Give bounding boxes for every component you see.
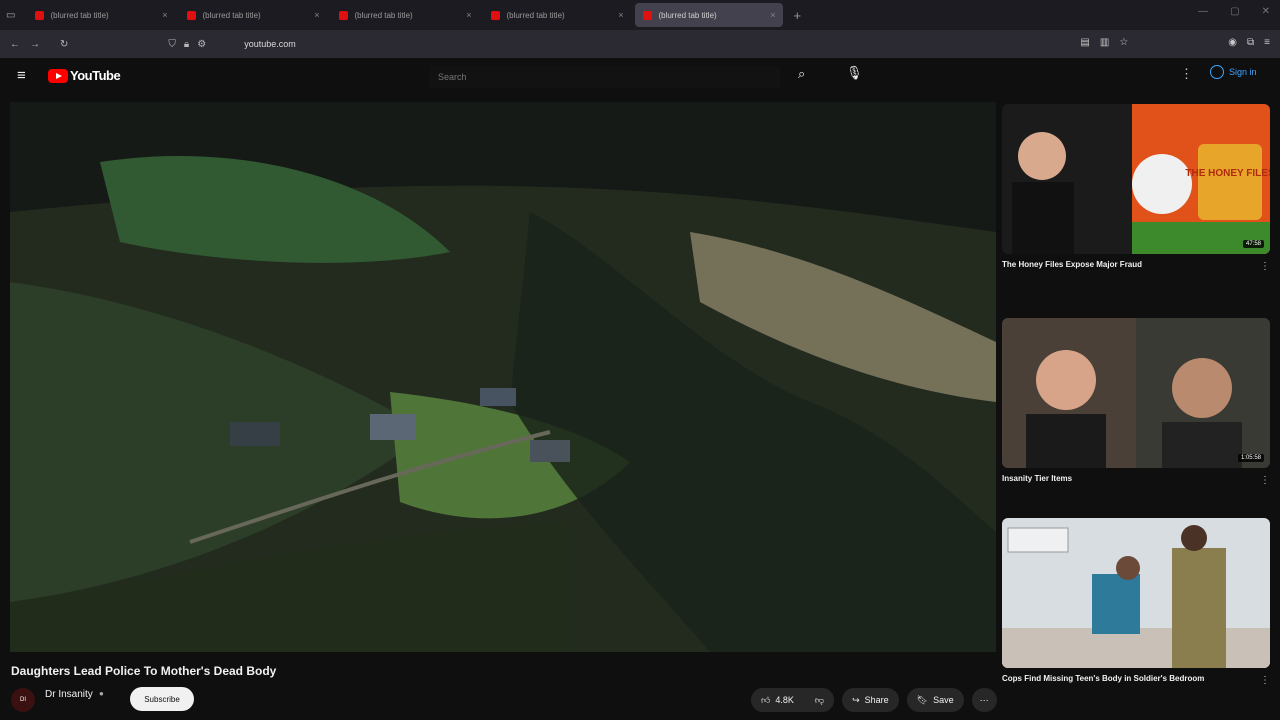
more-options-icon[interactable]: ⋮	[1180, 66, 1193, 82]
thumbs-down-icon: 👎︎	[814, 694, 825, 705]
duration-badge: 1:05:58	[1237, 454, 1264, 462]
recommendation-title[interactable]: The Honey Files Expose Major Fraud	[1002, 260, 1272, 269]
browser-tab-active[interactable]: (blurred tab title) ×	[635, 3, 784, 27]
reader-view-icon[interactable]: ▤	[1080, 37, 1089, 48]
video-title: Daughters Lead Police To Mother's Dead B…	[11, 664, 277, 678]
youtube-play-logo-icon	[48, 68, 68, 83]
like-dislike-group: 👍︎ 4.8K 👎︎	[751, 688, 835, 712]
account-circle-icon	[1210, 65, 1224, 79]
browser-tab-strip: ▭ (blurred tab title) × (blurred tab titl…	[0, 0, 1280, 30]
app-menu-icon[interactable]: ≡	[1264, 37, 1270, 48]
close-tab-icon[interactable]: ×	[314, 10, 319, 20]
new-tab-icon[interactable]: +	[793, 8, 801, 23]
more-actions-button[interactable]: ⋯	[971, 688, 997, 712]
close-tab-icon[interactable]: ×	[618, 10, 623, 20]
video-frame-aerial-landscape	[10, 102, 996, 652]
account-icon[interactable]: ◉	[1228, 37, 1237, 48]
forward-icon[interactable]: →	[30, 39, 40, 50]
recommendation-item[interactable]: Cops Find Missing Teen's Body in Soldier…	[1002, 518, 1272, 686]
youtube-favicon-icon	[187, 10, 197, 20]
minimize-icon[interactable]: —	[1198, 6, 1208, 17]
browser-tab[interactable]: (blurred tab title) ×	[179, 3, 327, 27]
youtube-favicon-icon	[643, 10, 653, 20]
permissions-icon[interactable]: ⚙	[197, 39, 206, 50]
share-icon: ↪	[852, 694, 860, 705]
save-button[interactable]: 🔖︎ Save	[906, 688, 964, 712]
recommendation-title[interactable]: Insanity Tier Items	[1002, 474, 1272, 483]
close-tab-icon[interactable]: ×	[466, 10, 471, 20]
video-owner-row: DI Dr Insanity ● Subscribe 👍︎ 4.8K 👎︎ ↪ …	[11, 686, 1001, 714]
close-tab-icon[interactable]: ×	[770, 10, 775, 20]
youtube-header: ≡ YouTube ⌕ 🎙︎ ⋮ Sign in	[0, 58, 1280, 94]
verified-icon: ●	[99, 689, 104, 698]
video-actions: 👍︎ 4.8K 👎︎ ↪ Share 🔖︎ Save ⋯	[751, 688, 997, 712]
channel-name[interactable]: Dr Insanity	[45, 689, 93, 700]
thumbnail-image	[1002, 518, 1270, 668]
video-thumbnail[interactable]: 1:05:58	[1002, 318, 1270, 468]
thumbs-up-icon: 👍︎	[761, 694, 771, 705]
recommendation-item[interactable]: 1:05:58 Insanity Tier Items ⋮	[1002, 318, 1272, 486]
more-vert-icon[interactable]: ⋮	[1260, 475, 1270, 486]
shield-icon[interactable]: ⛉	[168, 39, 176, 50]
window-controls: — ▢ ✕	[1198, 6, 1270, 17]
close-tab-icon[interactable]: ×	[162, 10, 167, 20]
more-vert-icon[interactable]: ⋮	[1260, 261, 1270, 272]
thumbnail-image	[1002, 318, 1270, 468]
subscribe-button[interactable]: Subscribe	[130, 687, 194, 711]
search-icon[interactable]: ⌕	[798, 66, 805, 82]
lock-icon[interactable]: 🔒︎	[184, 39, 189, 50]
url-text[interactable]: youtube.com	[244, 39, 296, 49]
address-bar[interactable]: ⛉ 🔒︎ ⚙ youtube.com	[168, 39, 295, 50]
video-player[interactable]	[10, 102, 996, 652]
bookmark-star-icon[interactable]: ☆	[1119, 37, 1128, 48]
youtube-favicon-icon	[339, 10, 349, 20]
reload-icon[interactable]: ↻	[60, 39, 68, 50]
youtube-logo[interactable]: YouTube	[48, 68, 121, 83]
browser-tab[interactable]: (blurred tab title) ×	[27, 3, 175, 27]
more-horizontal-icon: ⋯	[979, 694, 989, 705]
close-window-icon[interactable]: ✕	[1262, 6, 1270, 17]
extensions-icon[interactable]: ⧉	[1247, 37, 1254, 48]
duration-badge: 47:58	[1242, 240, 1264, 248]
youtube-favicon-icon	[491, 10, 501, 20]
channel-avatar[interactable]: DI	[11, 688, 35, 712]
youtube-favicon-icon	[35, 10, 45, 20]
sign-in-button[interactable]: Sign in	[1210, 65, 1257, 79]
video-thumbnail[interactable]	[1002, 518, 1270, 668]
thumbnail-image: THE HONEY FILES	[1002, 104, 1270, 254]
more-vert-icon[interactable]: ⋮	[1260, 675, 1270, 686]
guide-menu-icon[interactable]: ≡	[17, 67, 26, 84]
thumbnail-caption: THE HONEY FILES	[1185, 168, 1270, 179]
bookmark-icon: 🔖︎	[916, 694, 929, 705]
share-button[interactable]: ↪ Share	[842, 688, 899, 712]
dislike-button[interactable]: 👎︎	[808, 688, 835, 712]
browser-tab[interactable]: (blurred tab title) ×	[483, 3, 631, 27]
maximize-icon[interactable]: ▢	[1230, 6, 1239, 17]
recommendation-item[interactable]: THE HONEY FILES 47:58 The Honey Files Ex…	[1002, 104, 1272, 272]
microphone-icon[interactable]: 🎙︎	[846, 65, 863, 81]
sidebar-icon[interactable]: ▥	[1100, 37, 1109, 48]
search-input[interactable]	[430, 66, 780, 88]
browser-tab[interactable]: (blurred tab title) ×	[331, 3, 479, 27]
video-thumbnail[interactable]: THE HONEY FILES 47:58	[1002, 104, 1270, 254]
browser-toolbar: ← → ↻ ⛉ 🔒︎ ⚙ youtube.com ▤ ▥ ☆ ◉ ⧉ ≡	[0, 30, 1280, 58]
back-icon[interactable]: ←	[10, 39, 20, 50]
toolbar-icons: ▤ ▥ ☆ ◉ ⧉ ≡	[1080, 37, 1270, 48]
like-button[interactable]: 👍︎ 4.8K	[751, 688, 804, 712]
recommendation-title[interactable]: Cops Find Missing Teen's Body in Soldier…	[1002, 674, 1272, 683]
tab-list-icon[interactable]: ▭	[6, 10, 15, 21]
